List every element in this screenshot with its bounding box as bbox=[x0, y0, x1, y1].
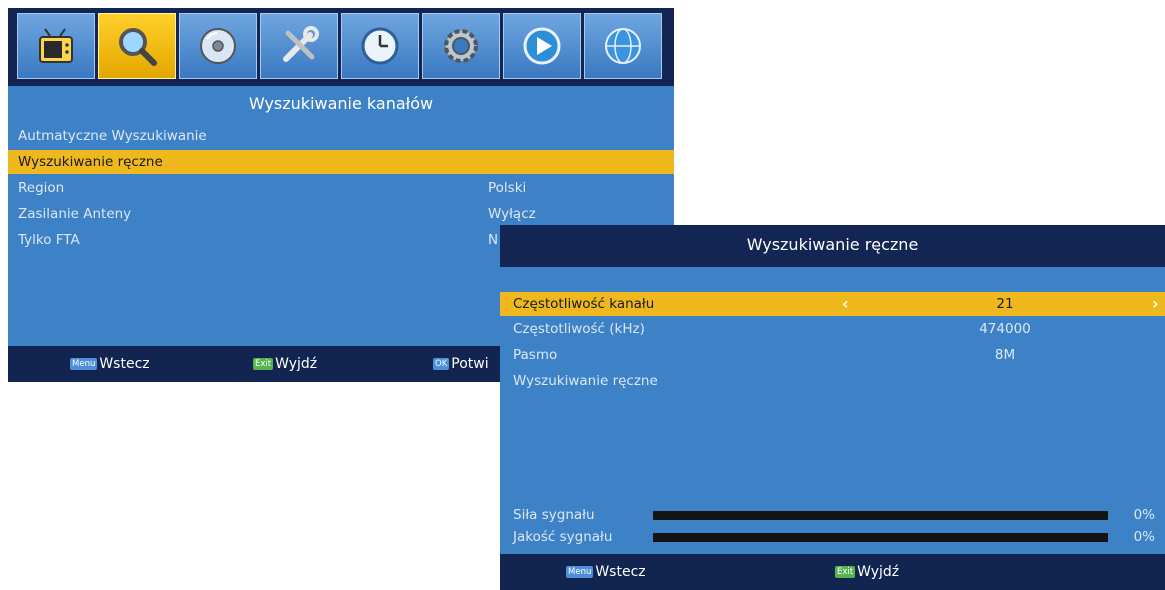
tab-network[interactable] bbox=[584, 13, 662, 79]
setting-label: Częstotliwość kanału bbox=[513, 296, 655, 312]
back-hint[interactable]: Menu Wstecz bbox=[70, 356, 150, 372]
signal-strength-label: Siła sygnału bbox=[513, 507, 595, 523]
page-title: Wyszukiwanie kanałów bbox=[248, 94, 434, 113]
dialog-title: Wyszukiwanie ręczne bbox=[500, 225, 1165, 267]
exit-hint[interactable]: Exit Wyjdź bbox=[253, 356, 317, 372]
menu-item-label: Region bbox=[18, 180, 65, 196]
ok-key-badge: OK bbox=[433, 358, 450, 370]
signal-quality-meter: Jakość sygnału 0% bbox=[500, 527, 1165, 547]
gear-icon bbox=[444, 29, 478, 63]
signal-strength-percent: 0% bbox=[1133, 507, 1155, 523]
menu-item-label: Autmatyczne Wyszukiwanie bbox=[18, 128, 207, 144]
tab-time[interactable] bbox=[341, 13, 419, 79]
footer-bar: Menu Wstecz Exit Wyjdź bbox=[500, 554, 1165, 590]
bandwidth-row[interactable]: Pasmo 8M bbox=[500, 343, 1165, 367]
menu-item-value: Wyłącz bbox=[488, 206, 536, 222]
main-menu-icon-bar bbox=[8, 8, 674, 86]
signal-strength-meter: Siła sygnału 0% bbox=[500, 505, 1165, 525]
exit-hint[interactable]: Exit Wyjdź bbox=[835, 564, 899, 580]
exit-label: Wyjdź bbox=[275, 356, 318, 372]
back-hint[interactable]: Menu Wstecz bbox=[566, 564, 646, 580]
setting-value: 21 bbox=[996, 296, 1014, 312]
menu-item-label: Zasilanie Anteny bbox=[18, 206, 132, 222]
setting-label: Częstotliwość (kHz) bbox=[513, 321, 645, 337]
tab-tools[interactable] bbox=[260, 13, 338, 79]
signal-quality-percent: 0% bbox=[1133, 529, 1155, 545]
tab-player[interactable] bbox=[503, 13, 581, 79]
tab-media[interactable] bbox=[179, 13, 257, 79]
tab-search[interactable] bbox=[98, 13, 176, 79]
setting-label: Wyszukiwanie ręczne bbox=[513, 373, 658, 389]
menu-key-badge: Menu bbox=[566, 566, 594, 578]
chevron-left-icon[interactable]: ‹ bbox=[842, 294, 849, 313]
clock-icon bbox=[361, 27, 399, 65]
channel-frequency-selector[interactable]: Częstotliwość kanału ‹ 21 › bbox=[500, 292, 1165, 316]
setting-value: 8M bbox=[994, 347, 1016, 363]
menu-item-region[interactable]: Region Polski bbox=[8, 176, 674, 200]
back-label: Wstecz bbox=[595, 564, 646, 580]
menu-item-value: Polski bbox=[488, 180, 527, 196]
menu-item-antenna-power[interactable]: Zasilanie Anteny Wyłącz bbox=[8, 202, 674, 226]
start-manual-search-row[interactable]: Wyszukiwanie ręczne bbox=[500, 369, 1165, 393]
setting-value: 474000 bbox=[979, 321, 1031, 337]
menu-item-label: Wyszukiwanie ręczne bbox=[18, 154, 163, 170]
setting-label: Pasmo bbox=[513, 347, 558, 363]
menu-item-value: N bbox=[488, 232, 499, 248]
signal-strength-bar bbox=[653, 511, 1108, 520]
tools-icon bbox=[283, 26, 319, 62]
ok-label: Potwi bbox=[451, 356, 489, 372]
menu-key-badge: Menu bbox=[70, 358, 98, 370]
manual-search-dialog: Wyszukiwanie ręczne Częstotliwość kanału… bbox=[500, 225, 1165, 590]
chevron-right-icon[interactable]: › bbox=[1152, 294, 1159, 313]
exit-key-badge: Exit bbox=[835, 566, 856, 578]
play-icon bbox=[523, 27, 561, 65]
menu-item-label: Tylko FTA bbox=[18, 232, 80, 248]
tab-settings[interactable] bbox=[422, 13, 500, 79]
menu-item-auto-search[interactable]: Autmatyczne Wyszukiwanie bbox=[8, 124, 674, 148]
signal-quality-label: Jakość sygnału bbox=[513, 529, 613, 545]
tv-icon bbox=[39, 28, 73, 63]
exit-label: Wyjdź bbox=[857, 564, 900, 580]
back-label: Wstecz bbox=[99, 356, 150, 372]
disc-icon bbox=[200, 28, 236, 64]
exit-key-badge: Exit bbox=[253, 358, 274, 370]
tab-tv[interactable] bbox=[17, 13, 95, 79]
search-icon bbox=[119, 28, 157, 66]
globe-icon bbox=[605, 28, 641, 64]
ok-hint[interactable]: OK Potwi bbox=[433, 356, 489, 372]
menu-item-manual-search[interactable]: Wyszukiwanie ręczne bbox=[8, 150, 674, 174]
signal-quality-bar bbox=[653, 533, 1108, 542]
frequency-khz-row[interactable]: Częstotliwość (kHz) 474000 bbox=[500, 317, 1165, 341]
